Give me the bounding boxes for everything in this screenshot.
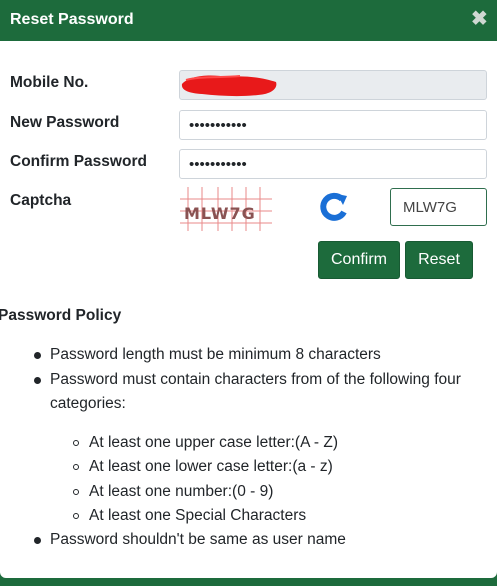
policy-title: Password Policy (0, 307, 122, 324)
policy-sub-lower: At least one lower case letter:(a - z) (89, 458, 333, 475)
refresh-icon[interactable] (316, 190, 350, 224)
bullet-ring (73, 489, 79, 495)
policy-item-categories: Password must contain characters from of… (50, 371, 461, 388)
reset-button[interactable]: Reset (405, 241, 473, 279)
policy-sub-number: At least one number:(0 - 9) (89, 483, 274, 500)
policy-sub-upper: At least one upper case letter:(A - Z) (89, 434, 338, 451)
mobile-label: Mobile No. (10, 74, 89, 91)
close-icon[interactable]: ✖ (471, 9, 488, 29)
policy-item-username: Password shouldn't be same as user name (50, 531, 346, 548)
bullet-ring (73, 440, 79, 446)
bullet-dot (34, 377, 41, 384)
dialog-header: Reset Password ✖ (0, 0, 497, 41)
captcha-image: MLW7G (180, 187, 272, 231)
policy-sub-special: At least one Special Characters (89, 507, 307, 524)
bullet-dot (34, 352, 41, 359)
reset-button-label: Reset (418, 251, 460, 268)
bullet-dot (34, 537, 41, 544)
bullet-ring (73, 464, 79, 470)
bullet-ring (73, 513, 79, 519)
captcha-input[interactable] (390, 188, 487, 226)
redaction-mark (181, 75, 277, 97)
confirm-button[interactable]: Confirm (318, 241, 400, 279)
confirm-password-label: Confirm Password (10, 153, 147, 170)
new-password-field[interactable] (179, 110, 487, 140)
new-password-label: New Password (10, 114, 120, 131)
captcha-text: MLW7G (184, 204, 256, 223)
confirm-button-label: Confirm (330, 251, 387, 268)
dialog-title: Reset Password (10, 11, 134, 28)
reset-password-dialog: Reset Password ✖ Mobile No. New Password… (0, 0, 497, 578)
captcha-label: Captcha (10, 192, 72, 209)
policy-item-categories-cont: categories: (50, 395, 126, 412)
policy-item-length: Password length must be minimum 8 charac… (50, 346, 381, 363)
confirm-password-field[interactable] (179, 149, 487, 179)
